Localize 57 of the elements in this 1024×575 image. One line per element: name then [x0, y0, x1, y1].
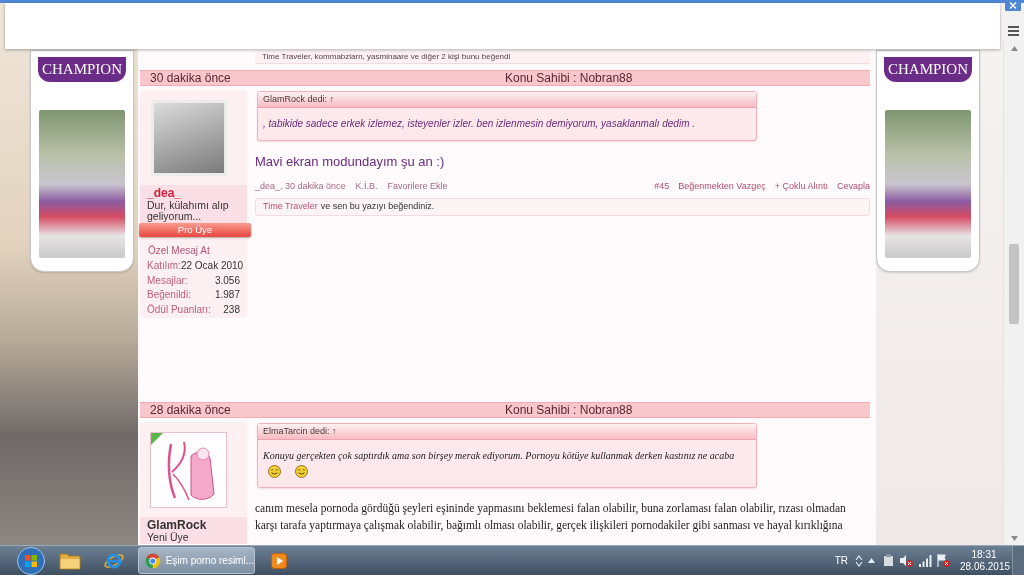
post-link[interactable]: + Çoklu Alıntı — [774, 181, 828, 192]
stat-label: Katılım: — [147, 259, 181, 273]
user-link[interactable]: Time Traveler — [263, 201, 318, 212]
post-text: Mavi ekran modundayım şu an :) — [255, 154, 445, 169]
brand-logo: CHAMPION — [38, 57, 126, 82]
menu-icon[interactable] — [1008, 26, 1019, 36]
up-arrow-icon[interactable] — [1010, 46, 1018, 51]
post-link[interactable]: #45 — [654, 181, 670, 192]
thread-owner-label: Konu Sahibi : Nobran88 — [505, 71, 633, 85]
user-title: Dur, külahımı alıp geliyorum... — [147, 200, 230, 222]
stat-label: Mesajlar: — [147, 273, 188, 288]
flag-icon[interactable] — [937, 554, 950, 567]
device-icon[interactable] — [883, 554, 894, 567]
post-link[interactable]: K.İ.B. — [355, 181, 378, 192]
arrows-icon[interactable] — [855, 554, 863, 567]
post-link[interactable]: Beğenmekten Vazgeç — [678, 181, 766, 192]
brand-logo: CHAMPION — [884, 57, 972, 82]
stat-value: 238 — [223, 303, 240, 318]
likes-text: Time Traveler ve sen bu yazıyı beğendiniz. — [263, 200, 435, 214]
ad-panel[interactable]: CHAMPION — [876, 50, 980, 272]
start-orb-icon[interactable] — [17, 546, 45, 575]
username[interactable]: _dea_ — [147, 187, 182, 200]
quote-text: Konuyu gerçekten çok saptırdık ama son birşey merak ediyorum. Pornoyu kötüye kullanmak derken kastınız ne acaba — [263, 448, 735, 463]
user-title: Yeni Üye — [147, 531, 189, 543]
rank-badge: Pro Üye — [139, 223, 251, 237]
signal-bars-icon[interactable] — [919, 554, 932, 567]
language-indicator[interactable]: TR — [834, 553, 848, 568]
post-time: 30 dakika önce — [150, 71, 231, 85]
play-icon[interactable] — [271, 552, 287, 569]
stat-label: Beğenildi: — [147, 288, 191, 303]
ad-panel[interactable]: CHAMPION — [30, 50, 134, 272]
post-link[interactable]: _dea_, 30 dakika önce — [255, 181, 346, 192]
thread-owner-label: Konu Sahibi : Nobran88 — [505, 402, 633, 417]
smiley-icon — [268, 464, 281, 478]
stat-label: Ödül Puanları: — [147, 303, 211, 318]
stat-value: 3.056 — [214, 273, 240, 288]
close-icon[interactable] — [1005, 0, 1021, 11]
speaker-muted-icon[interactable] — [900, 554, 913, 567]
private-message-link[interactable]: Özel Mesaj At — [148, 245, 210, 256]
scrollbar-thumb[interactable] — [1009, 244, 1019, 324]
round-browser-icon — [145, 552, 161, 569]
folder-icon[interactable] — [59, 551, 81, 570]
username[interactable]: GlamRock — [147, 518, 207, 532]
post-link[interactable]: Favorilere Ekle — [387, 181, 448, 192]
post-time: 28 dakika önce — [150, 402, 231, 417]
down-arrow-icon[interactable] — [1010, 536, 1018, 541]
quote-header: ElmaTarcin dedi: ↑ — [258, 423, 756, 440]
smiley-icon — [295, 464, 308, 478]
clock[interactable]: 18:31 28.06.2015 — [960, 548, 1008, 573]
up-triangle-icon[interactable] — [868, 558, 875, 563]
stat-value: 22 Ocak 2010 — [180, 259, 244, 273]
quote-header: GlamRock dedi: ↑ — [258, 92, 756, 108]
likes-text: Time Traveler, kommabzlarn, yasminaare ve diğer 2 kişi bunu beğendi — [262, 51, 511, 62]
post-text: canım mesela pornoda gördüğü şeyleri eşininde yapmasını beklemesi falan olabilir, buna zorlaması falan olabilir, rızası olmadan karşı tarafa yaptırmaya çalışmak olabilir, bağımlı olması olabilir, gerçek ilişkileri pornodakiler gibi sanması ve hayal kırıklığına — [255, 500, 847, 534]
post-link[interactable]: Cevapla — [836, 181, 870, 192]
quote-text: , tabikide sadece erkek izlemez, isteyenler izler. ben izlenmesin demiyorum, yasaklanmalı dedim . — [263, 117, 696, 131]
stat-value: 1.987 — [214, 288, 240, 303]
